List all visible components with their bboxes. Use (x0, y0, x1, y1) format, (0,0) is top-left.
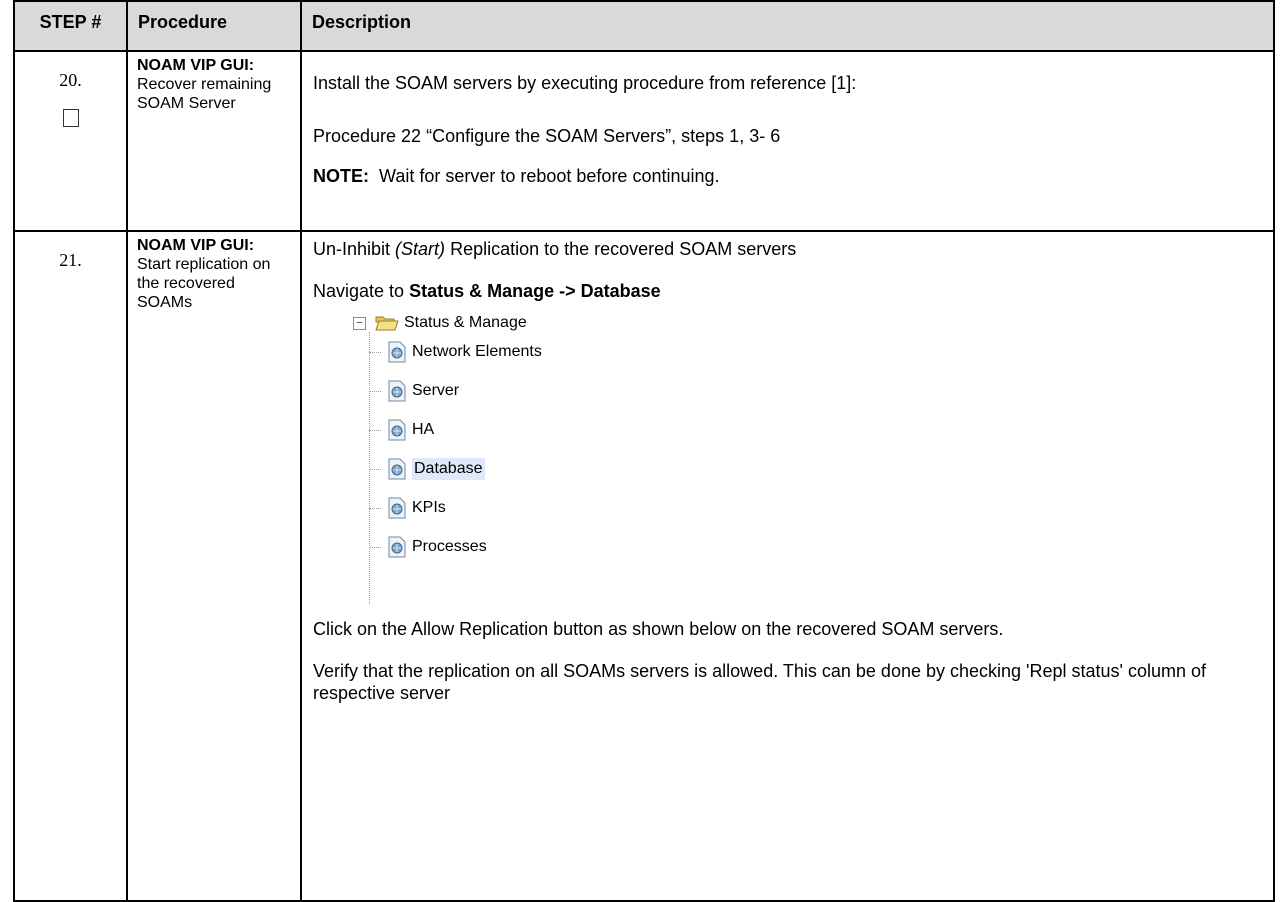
description-cell: Un-Inhibit (Start) Replication to the re… (300, 230, 1275, 902)
tree-item-label: Processes (412, 538, 487, 555)
tree-item-label: Server (412, 382, 460, 399)
description-line: Install the SOAM servers by executing pr… (313, 73, 857, 93)
procedure-title: NOAM VIP GUI: (137, 57, 255, 74)
tree-item-network-elements[interactable]: Network Elements (369, 341, 542, 363)
page-icon (388, 458, 406, 480)
page-icon (388, 419, 406, 441)
menu-tree-screenshot: − Status & Manage Network Elements Serve… (353, 312, 1259, 612)
procedure-text: Recover remaining SOAM Server (137, 76, 272, 112)
step-number: 21. (59, 250, 82, 270)
tree-item-database[interactable]: Database (369, 458, 485, 480)
tree-item-label: HA (412, 421, 435, 438)
procedure-text: Start replication on the recovered SOAMs (137, 256, 271, 311)
table-row: 20. NOAM VIP GUI: Recover remaining SOAM… (13, 50, 1275, 232)
tree-item-kpis[interactable]: KPIs (369, 497, 446, 519)
page-icon (388, 497, 406, 519)
step-checkbox[interactable] (62, 109, 79, 127)
text-fragment: Un-Inhibit (313, 239, 396, 259)
emphasis-text: (Start) (395, 239, 446, 259)
tree-item-label: KPIs (412, 499, 446, 516)
step-cell: 20. (13, 50, 128, 232)
page-icon (388, 341, 406, 363)
nav-path: Status & Manage -> Database (409, 281, 661, 301)
description-cell: Install the SOAM servers by executing pr… (300, 50, 1275, 232)
description-line: Click on the Allow Replication button as… (313, 619, 1004, 639)
page-icon (388, 536, 406, 558)
note-label: NOTE: (313, 166, 369, 186)
table-row: 21. NOAM VIP GUI: Start replication on t… (13, 230, 1275, 902)
tree-item-server[interactable]: Server (369, 380, 459, 402)
navigate-line: Navigate to Status & Manage -> Database (313, 280, 1259, 302)
description-line: Procedure 22 “Configure the SOAM Servers… (313, 126, 781, 146)
text-fragment: Replication to the recovered SOAM server… (445, 239, 797, 259)
text-fragment: Navigate to (313, 281, 410, 301)
procedure-cell: NOAM VIP GUI: Recover remaining SOAM Ser… (126, 50, 302, 232)
procedure-table: STEP # Procedure Description 20. NOAM VI… (13, 0, 1275, 902)
header-procedure: Procedure (126, 0, 302, 52)
tree-item-label: Database (412, 458, 485, 480)
tree-root[interactable]: − Status & Manage (353, 312, 527, 334)
folder-open-icon (375, 316, 399, 331)
header-description: Description (300, 0, 1275, 52)
step-number: 20. (59, 70, 82, 90)
procedure-title: NOAM VIP GUI: (137, 237, 255, 254)
tree-item-processes[interactable]: Processes (369, 536, 487, 558)
note-text: Wait for server to reboot before continu… (369, 166, 720, 186)
collapse-icon[interactable]: − (353, 316, 366, 330)
tree-root-label: Status & Manage (404, 314, 527, 331)
note-line: NOTE: Wait for server to reboot before c… (313, 165, 1259, 187)
header-step: STEP # (13, 0, 128, 52)
step-cell: 21. (13, 230, 128, 902)
description-line: Verify that the replication on all SOAMs… (313, 661, 1206, 703)
page-icon (388, 380, 406, 402)
procedure-cell: NOAM VIP GUI: Start replication on the r… (126, 230, 302, 902)
description-line: Un-Inhibit (Start) Replication to the re… (313, 238, 1259, 260)
tree-item-ha[interactable]: HA (369, 419, 434, 441)
tree-item-label: Network Elements (412, 343, 542, 360)
table-header-row: STEP # Procedure Description (13, 0, 1275, 52)
